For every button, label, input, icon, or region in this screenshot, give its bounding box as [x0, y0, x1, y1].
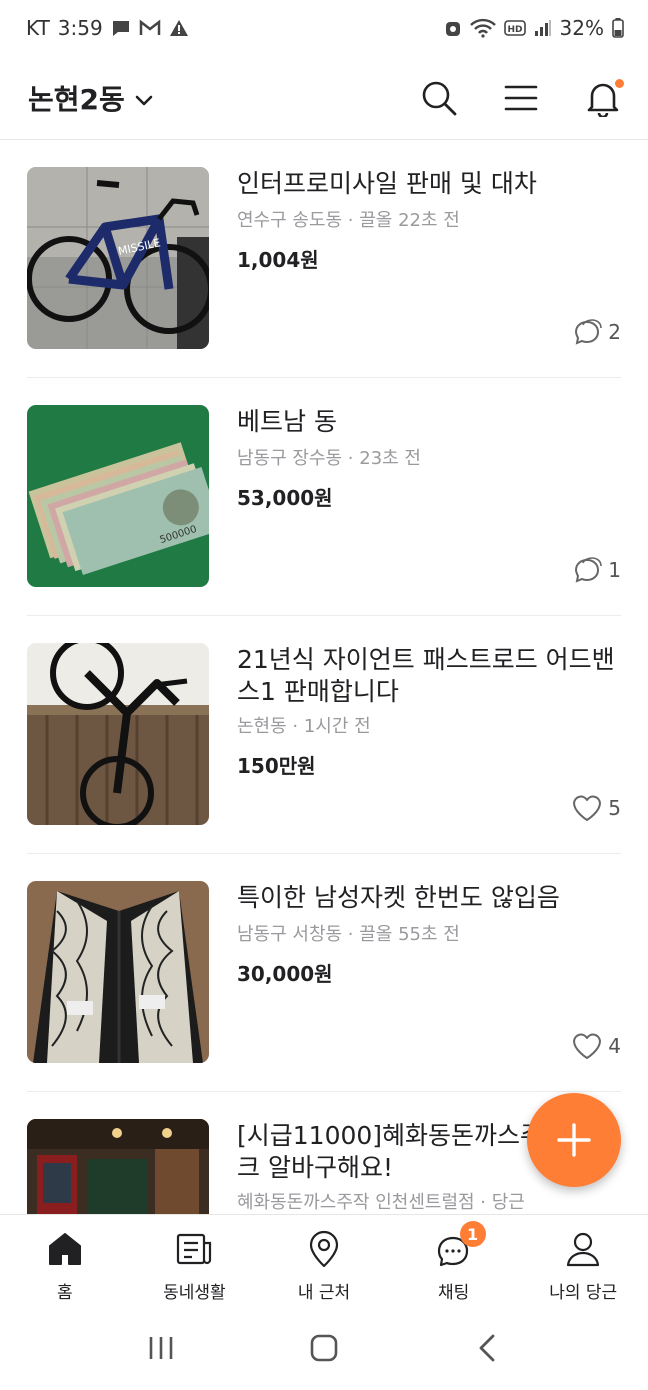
item-info: 인터프로미사일 판매 및 대차 연수구 송도동 · 끌올 22초 전 1,004… [237, 168, 621, 273]
notifications-button[interactable] [584, 78, 624, 117]
item-price: 30,000원 [237, 962, 333, 986]
item-meta: 남동구 서창동 · 끌올 55초 전 [237, 924, 460, 945]
status-bar: KT 3:59 HD 32% [0, 0, 648, 56]
header-actions [420, 78, 624, 117]
carrier-label: KT [26, 16, 50, 40]
search-icon [422, 81, 457, 115]
location-selector[interactable]: 논현2동 [28, 78, 153, 118]
like-count: 4 [572, 1032, 621, 1060]
nav-chat[interactable]: 1 채팅 [389, 1215, 519, 1306]
chevron-down-icon [135, 81, 153, 114]
list-item[interactable]: MISSILE 인터프로미사일 판매 및 대차 연수구 송도동 · 끌올 22초… [27, 140, 621, 378]
item-title: 21년식 자이언트 패스트로드 어드밴스1 판매합니다 [237, 645, 615, 706]
chat-count: 2 [572, 318, 621, 346]
back-button[interactable] [457, 1318, 517, 1378]
app-header: 논현2동 [0, 56, 648, 140]
item-info: 특이한 남성자켓 한번도 않입음 남동구 서창동 · 끌올 55초 전 30,0… [237, 882, 621, 987]
system-nav-bar [0, 1306, 648, 1390]
heart-icon [573, 1033, 602, 1059]
chat-icon: 1 [434, 1221, 486, 1269]
home-system-button[interactable] [294, 1318, 354, 1378]
home-square-icon [310, 1334, 338, 1362]
signal-icon [534, 19, 552, 37]
nav-label: 동네생활 [163, 1283, 226, 1303]
item-info: 베트남 동 남동구 장수동 · 23초 전 53,000원 [237, 406, 621, 511]
bottom-nav: 홈 동네생활 내 근처 1 채팅 나의 당근 [0, 1214, 648, 1306]
gmail-icon [139, 19, 161, 37]
nav-my-carrot[interactable]: 나의 당근 [518, 1215, 648, 1306]
nav-nearby[interactable]: 내 근처 [259, 1215, 389, 1306]
warning-icon [169, 19, 189, 37]
location-label: 논현2동 [28, 82, 125, 116]
nav-label: 홈 [56, 1283, 73, 1303]
list-item[interactable]: 21년식 자이언트 패스트로드 어드밴스1 판매합니다 논현동 · 1시간 전 … [27, 616, 621, 854]
chat-count-value: 2 [608, 320, 621, 344]
nav-home[interactable]: 홈 [0, 1215, 130, 1306]
list-item[interactable]: 500000 베트남 동 남동구 장수동 · 23초 전 53,000원 1 [27, 378, 621, 616]
item-price: 53,000원 [237, 486, 333, 510]
item-meta: 혜화동돈까스주작 인천센트럴점 · 당근 [237, 1192, 525, 1213]
message-icon [111, 18, 131, 38]
status-right: HD 32% [444, 16, 624, 40]
item-title: 인터프로미사일 판매 및 대차 [237, 169, 537, 198]
search-button[interactable] [420, 79, 458, 117]
list-item[interactable]: 특이한 남성자켓 한번도 않입음 남동구 서창동 · 끌올 55초 전 30,0… [27, 854, 621, 1092]
alarm-icon [444, 18, 462, 38]
nav-label: 내 근처 [297, 1283, 351, 1303]
nav-neighborhood[interactable]: 동네생활 [130, 1215, 260, 1306]
item-info: 21년식 자이언트 패스트로드 어드밴스1 판매합니다 논현동 · 1시간 전 … [237, 644, 621, 779]
chat-count: 1 [572, 556, 621, 584]
chat-bubble-icon [575, 319, 603, 345]
item-title: 특이한 남성자켓 한번도 않입음 [237, 883, 560, 912]
home-icon [45, 1229, 85, 1269]
product-feed[interactable]: MISSILE 인터프로미사일 판매 및 대차 연수구 송도동 · 끌올 22초… [0, 140, 648, 1214]
svg-text:HD: HD [507, 25, 522, 35]
product-thumbnail [27, 643, 209, 825]
newspaper-icon [174, 1229, 214, 1269]
chat-badge: 1 [459, 1221, 486, 1247]
chat-count-value: 1 [608, 558, 621, 582]
battery-icon [612, 18, 624, 38]
item-meta: 논현동 · 1시간 전 [237, 716, 371, 737]
person-icon [563, 1229, 603, 1269]
chat-bubble-icon [575, 557, 603, 583]
item-price: 150만원 [237, 754, 316, 778]
like-count-value: 5 [608, 796, 621, 820]
write-post-button[interactable] [527, 1093, 621, 1187]
status-left: KT 3:59 [26, 16, 189, 40]
back-arrow-icon [479, 1334, 495, 1362]
location-pin-icon [304, 1229, 344, 1269]
recents-icon [150, 1337, 173, 1359]
product-thumbnail [27, 881, 209, 1063]
item-meta: 남동구 장수동 · 23초 전 [237, 448, 421, 469]
clock: 3:59 [57, 16, 103, 40]
battery-percent: 32% [559, 16, 604, 40]
menu-icon [504, 85, 538, 110]
heart-icon [573, 795, 602, 821]
menu-button[interactable] [502, 79, 540, 117]
nav-label: 채팅 [437, 1283, 470, 1303]
product-thumbnail: 500000 [27, 405, 209, 587]
wifi-icon [469, 18, 496, 38]
nav-label: 나의 당근 [549, 1283, 618, 1303]
item-title: 베트남 동 [237, 407, 337, 436]
notification-dot [615, 78, 624, 88]
recents-button[interactable] [131, 1318, 191, 1378]
like-count-value: 4 [608, 1034, 621, 1058]
product-thumbnail: MISSILE [27, 167, 209, 349]
plus-icon [557, 1123, 591, 1157]
like-count: 5 [572, 794, 621, 822]
hd-icon: HD [503, 20, 526, 36]
product-thumbnail [27, 1119, 209, 1214]
item-meta: 연수구 송도동 · 끌올 22초 전 [237, 210, 460, 231]
item-price: 1,004원 [237, 248, 319, 272]
